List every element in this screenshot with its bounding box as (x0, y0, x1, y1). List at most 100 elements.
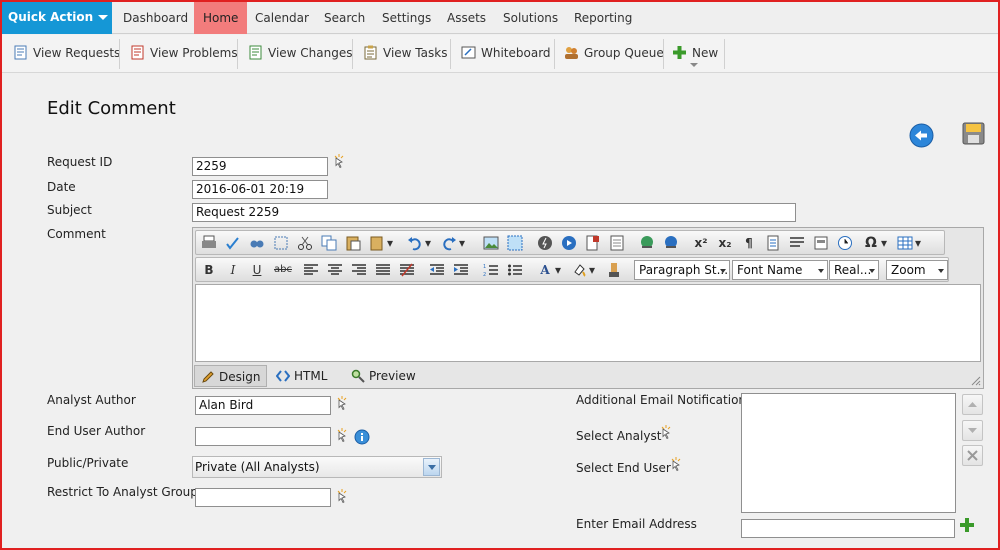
chevron-down-icon[interactable]: ▾ (554, 262, 562, 278)
move-up-button[interactable] (962, 394, 983, 415)
tab-calendar[interactable]: Calendar (246, 2, 318, 34)
analyst-author-input[interactable]: Alan Bird (195, 396, 331, 415)
highlight-color-icon[interactable] (571, 262, 587, 278)
view-problems-button[interactable]: View Problems (121, 35, 238, 73)
paragraph-style-select[interactable]: Paragraph St... (634, 260, 730, 280)
superscript-icon[interactable]: x² (693, 235, 709, 251)
chevron-down-icon[interactable]: ▾ (588, 262, 596, 278)
paste-options-icon[interactable] (369, 235, 385, 251)
justify-icon[interactable] (375, 262, 391, 278)
symbol-icon[interactable]: Ω (863, 235, 879, 251)
quick-action-button[interactable]: Quick Action (2, 2, 112, 34)
find-icon[interactable] (249, 235, 265, 251)
image-icon[interactable] (483, 235, 499, 251)
paragraph-icon[interactable]: ¶ (741, 235, 757, 251)
spellcheck-icon[interactable] (225, 235, 241, 251)
picker-icon[interactable] (336, 396, 348, 410)
insert-form-icon[interactable] (813, 235, 829, 251)
email-recipients-list[interactable] (741, 393, 956, 513)
underline-icon[interactable]: U (249, 262, 265, 278)
new-dropdown-icon[interactable] (690, 63, 698, 67)
table-icon[interactable] (897, 235, 913, 251)
bold-icon[interactable]: B (201, 262, 217, 278)
view-requests-button[interactable]: View Requests (4, 35, 120, 73)
link-icon[interactable] (639, 235, 655, 251)
select-all-icon[interactable] (273, 235, 289, 251)
paste-icon[interactable] (345, 235, 361, 251)
chevron-down-icon[interactable]: ▾ (880, 235, 888, 251)
numbered-list-icon[interactable]: 12 (483, 262, 499, 278)
preview-mode-tab[interactable]: Preview (345, 365, 422, 387)
tab-home[interactable]: Home (194, 2, 248, 34)
date-input[interactable]: 2016-06-01 20:19 (192, 180, 328, 199)
insert-paragraph-icon[interactable] (765, 235, 781, 251)
remove-recipient-button[interactable] (962, 445, 983, 466)
bulleted-list-icon[interactable] (507, 262, 523, 278)
align-left-icon[interactable] (303, 262, 319, 278)
caret-down-icon (98, 15, 109, 20)
public-private-select[interactable]: Private (All Analysts) (192, 456, 442, 478)
template-icon[interactable] (609, 235, 625, 251)
view-tasks-button[interactable]: View Tasks (354, 35, 447, 73)
tab-search[interactable]: Search (315, 2, 374, 34)
align-right-icon[interactable] (351, 262, 367, 278)
document-manager-icon[interactable] (585, 235, 601, 251)
zoom-select[interactable]: Zoom (886, 260, 948, 280)
format-stripper-icon[interactable] (606, 262, 622, 278)
font-size-select[interactable]: Real... (829, 260, 879, 280)
picker-icon[interactable] (660, 425, 672, 439)
subject-input[interactable]: Request 2259 (192, 203, 796, 222)
chevron-down-icon[interactable]: ▾ (914, 235, 922, 251)
media-icon[interactable] (561, 235, 577, 251)
group-queue-button[interactable]: Group Queue (555, 35, 664, 73)
picker-icon[interactable] (336, 428, 348, 442)
italic-icon[interactable]: I (225, 262, 241, 278)
tab-reporting[interactable]: Reporting (565, 2, 641, 34)
font-name-select[interactable]: Font Name (732, 260, 828, 280)
flash-icon[interactable] (537, 235, 553, 251)
restrict-group-input[interactable] (195, 488, 331, 507)
tab-settings[interactable]: Settings (373, 2, 440, 34)
chevron-down-icon[interactable]: ▾ (424, 235, 432, 251)
enter-email-input[interactable] (741, 519, 955, 538)
back-arrow-icon[interactable] (909, 123, 934, 148)
subscript-icon[interactable]: x₂ (717, 235, 733, 251)
align-center-icon[interactable] (327, 262, 343, 278)
chevron-down-icon[interactable]: ▾ (458, 235, 466, 251)
resize-grip-icon[interactable] (971, 376, 981, 386)
clock-icon[interactable] (837, 235, 853, 251)
strikethrough-icon[interactable]: abc (273, 262, 293, 278)
print-icon[interactable] (201, 235, 217, 251)
image-map-icon[interactable] (507, 235, 523, 251)
tab-dashboard[interactable]: Dashboard (114, 2, 197, 34)
horizontal-rule-icon[interactable] (789, 235, 805, 251)
design-mode-tab[interactable]: Design (194, 365, 268, 387)
indent-icon[interactable] (453, 262, 469, 278)
picker-icon[interactable] (333, 154, 345, 168)
save-icon[interactable] (962, 122, 985, 145)
copy-icon[interactable] (321, 235, 337, 251)
whiteboard-button[interactable]: Whiteboard (452, 35, 551, 73)
info-icon[interactable] (354, 429, 370, 445)
outdent-icon[interactable] (429, 262, 445, 278)
chevron-down-icon[interactable]: ▾ (386, 235, 394, 251)
view-changes-button[interactable]: View Changes (239, 35, 353, 73)
font-color-icon[interactable]: A (537, 262, 553, 278)
picker-icon[interactable] (336, 489, 348, 503)
picker-icon[interactable] (670, 457, 682, 471)
new-button[interactable]: New (663, 35, 718, 73)
add-email-icon[interactable] (959, 517, 975, 533)
end-user-author-label: End User Author (47, 424, 146, 438)
redo-icon[interactable] (441, 235, 457, 251)
tab-assets[interactable]: Assets (438, 2, 495, 34)
undo-icon[interactable] (407, 235, 423, 251)
html-mode-tab[interactable]: HTML (270, 365, 333, 387)
end-user-author-input[interactable] (195, 427, 331, 446)
tab-solutions[interactable]: Solutions (494, 2, 567, 34)
move-down-button[interactable] (962, 420, 983, 441)
unlink-icon[interactable] (663, 235, 679, 251)
remove-alignment-icon[interactable] (399, 262, 415, 278)
comment-editor-area[interactable] (195, 284, 981, 362)
cut-icon[interactable] (297, 235, 313, 251)
request-id-input[interactable]: 2259 (192, 157, 328, 176)
